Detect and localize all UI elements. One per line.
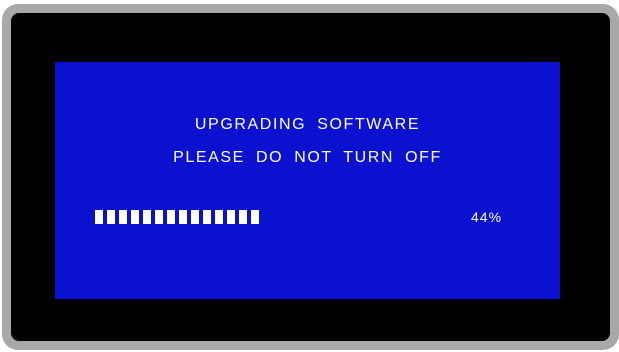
progress-segment (107, 210, 115, 224)
progress-segment (239, 210, 247, 224)
progress-percent: 44% (471, 209, 503, 225)
progress-segment (179, 210, 187, 224)
screen-bezel: UPGRADING SOFTWARE PLEASE DO NOT TURN OF… (11, 13, 610, 341)
progress-segment (203, 210, 211, 224)
progress-segment (167, 210, 175, 224)
progress-bar (95, 210, 390, 224)
progress-segment (119, 210, 127, 224)
upgrade-screen: UPGRADING SOFTWARE PLEASE DO NOT TURN OF… (55, 62, 560, 299)
progress-segment (143, 210, 151, 224)
upgrade-title: UPGRADING SOFTWARE (194, 116, 421, 133)
progress-segment (215, 210, 223, 224)
progress-segment (191, 210, 199, 224)
progress-segment (155, 210, 163, 224)
progress-segment (251, 210, 259, 224)
progress-segment (227, 210, 235, 224)
warning-message: PLEASE DO NOT TURN OFF (173, 149, 442, 166)
progress-segment (131, 210, 139, 224)
device-frame: UPGRADING SOFTWARE PLEASE DO NOT TURN OF… (2, 4, 619, 350)
progress-segment (95, 210, 103, 224)
